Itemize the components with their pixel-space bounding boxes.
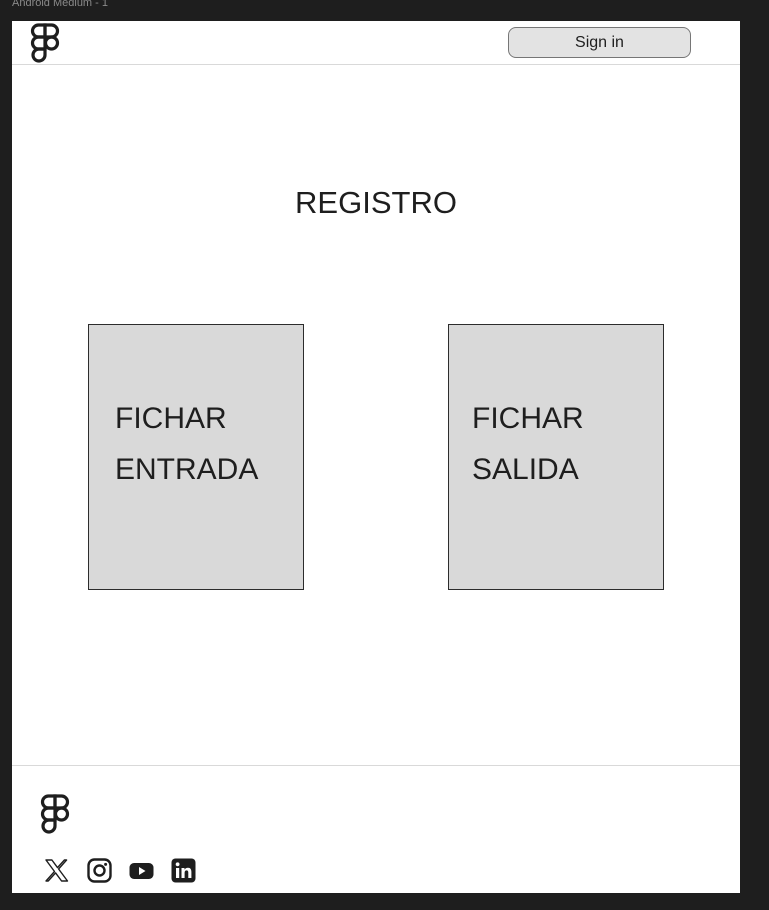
- clock-in-line2: ENTRADA: [115, 453, 259, 486]
- android-frame: Sign in REGISTRO FICHAR ENTRADA FICHAR S…: [12, 21, 740, 893]
- clock-in-card[interactable]: FICHAR ENTRADA: [88, 324, 304, 590]
- clock-out-card[interactable]: FICHAR SALIDA: [448, 324, 664, 590]
- figma-logo-icon[interactable]: [40, 794, 70, 839]
- youtube-icon[interactable]: [128, 857, 155, 884]
- clock-in-label: FICHAR ENTRADA: [115, 393, 258, 495]
- clock-out-line2: SALIDA: [472, 453, 579, 486]
- x-icon[interactable]: [43, 857, 70, 884]
- footer: [12, 765, 740, 894]
- clock-out-label: FICHAR SALIDA: [472, 393, 584, 495]
- clock-in-line1: FICHAR: [115, 402, 227, 435]
- figma-logo-icon[interactable]: [30, 23, 60, 68]
- instagram-icon[interactable]: [86, 857, 113, 884]
- linkedin-icon[interactable]: [170, 857, 197, 884]
- frame-label: Android Medium - 1: [12, 0, 108, 9]
- header: Sign in: [12, 21, 740, 65]
- sign-in-button[interactable]: Sign in: [508, 27, 691, 58]
- clock-out-line1: FICHAR: [472, 402, 584, 435]
- page-title: REGISTRO: [295, 185, 457, 220]
